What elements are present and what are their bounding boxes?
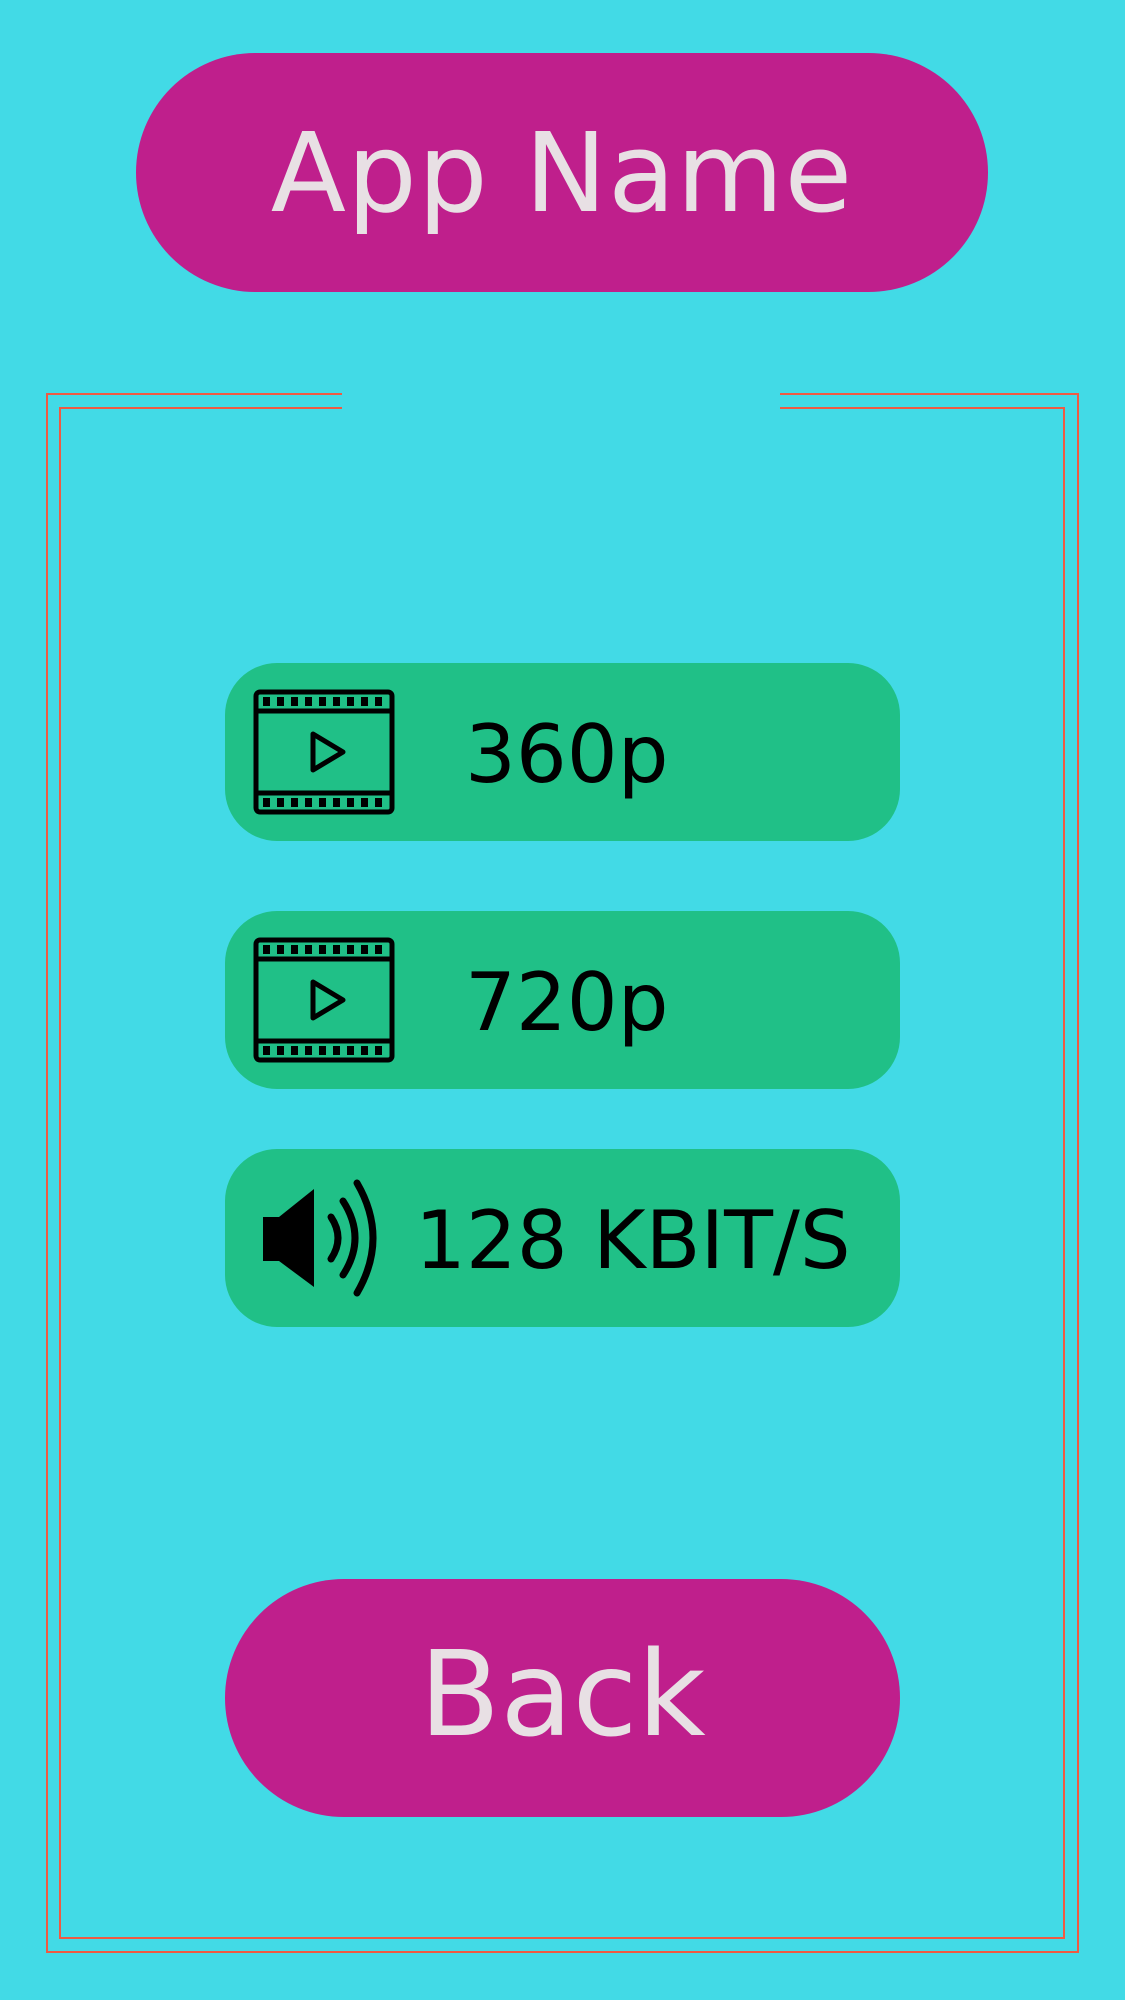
speaker-icon (263, 1179, 377, 1297)
option-audio-button[interactable]: 128 KBIT/S (225, 1149, 900, 1327)
option-360p-button[interactable]: 360p (225, 663, 900, 841)
app-name-banner: App Name (136, 53, 988, 292)
option-audio-label: 128 KBIT/S (415, 1194, 851, 1287)
frame-outer-top-right (780, 393, 1079, 395)
frame-inner-right (1063, 407, 1065, 1939)
frame-outer-top-left (46, 393, 342, 395)
back-button-label: Back (419, 1625, 706, 1763)
frame-inner-top-right (780, 407, 1065, 409)
back-button[interactable]: Back (225, 1579, 900, 1817)
frame-inner-top-left (59, 407, 342, 409)
film-icon (253, 937, 395, 1063)
app-name-title: App Name (270, 108, 854, 237)
frame-outer-left (46, 393, 48, 1953)
film-icon (253, 689, 395, 815)
frame-outer-bottom (46, 1951, 1079, 1953)
frame-inner-left (59, 407, 61, 1939)
frame-inner-bottom (59, 1937, 1065, 1939)
option-720p-label: 720p (465, 956, 669, 1049)
option-360p-label: 360p (465, 708, 669, 801)
option-720p-button[interactable]: 720p (225, 911, 900, 1089)
frame-outer-right (1077, 393, 1079, 1953)
